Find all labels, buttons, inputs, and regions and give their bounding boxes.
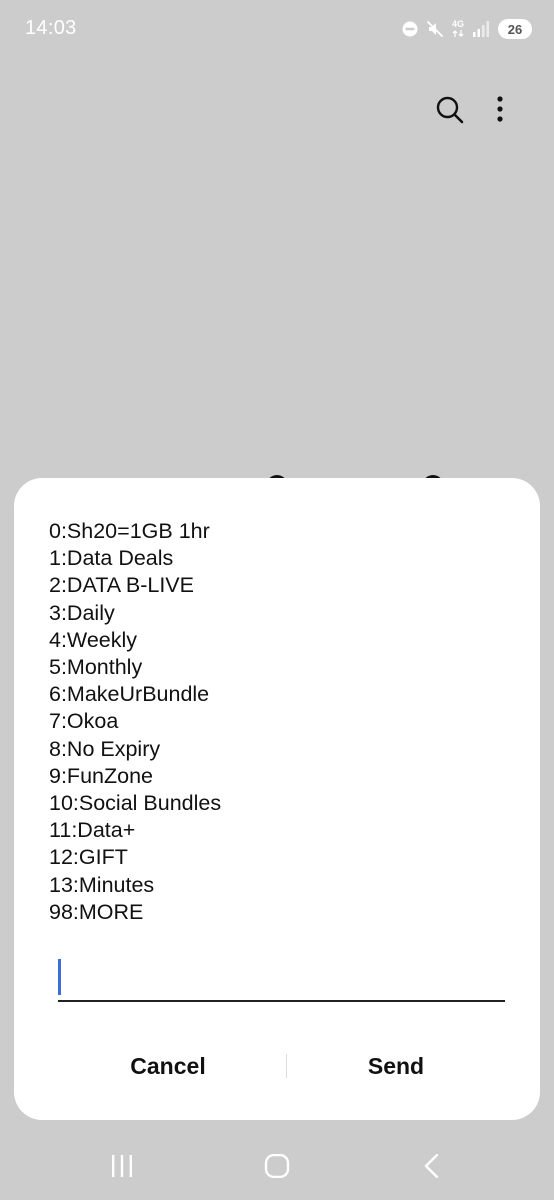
menu-item: 1:Data Deals [49, 546, 174, 571]
data-arrows-icon [452, 30, 464, 37]
menu-item: 11:Data+ [49, 818, 136, 843]
more-options-icon[interactable] [492, 94, 508, 126]
menu-item: 8:No Expiry [49, 736, 161, 761]
menu-item: 4:Weekly [49, 627, 138, 652]
menu-item: 5:Monthly [49, 655, 143, 680]
menu-item: 9:FunZone [49, 763, 153, 788]
menu-item: 13:Minutes [49, 872, 155, 897]
menu-item: 10:Social Bundles [49, 791, 222, 816]
button-divider [286, 1054, 287, 1078]
status-bar: 14:03 4G 26 [0, 0, 554, 58]
menu-item: 3:Daily [49, 600, 115, 625]
battery-icon: 26 [498, 19, 532, 39]
ussd-menu-list: 0:Sh20=1GB 1hr 1:Data Deals 2:DATA B-LIV… [49, 518, 221, 926]
search-icon[interactable] [434, 94, 466, 126]
text-caret [58, 959, 61, 995]
network-type-label: 4G [451, 19, 464, 29]
menu-item: 98:MORE [49, 899, 144, 924]
home-icon[interactable] [264, 1154, 290, 1178]
mute-icon [427, 21, 443, 37]
dialog-actions: Cancel Send [14, 1036, 540, 1096]
status-time: 14:03 [25, 17, 77, 39]
menu-item: 0:Sh20=1GB 1hr [49, 519, 210, 543]
battery-level: 26 [507, 21, 523, 37]
signal-icon [473, 21, 489, 37]
menu-item: 2:DATA B-LIVE [49, 573, 194, 598]
reply-input[interactable] [58, 956, 505, 1002]
status-icons: 4G 26 [402, 16, 532, 42]
network-4g-icon: 4G [452, 20, 464, 38]
send-button[interactable]: Send [296, 1036, 496, 1096]
menu-item: 6:MakeUrBundle [49, 682, 210, 707]
ussd-dialog: 0:Sh20=1GB 1hr 1:Data Deals 2:DATA B-LIV… [14, 478, 540, 1120]
menu-item: 12:GIFT [49, 845, 128, 870]
recents-icon[interactable] [109, 1154, 135, 1178]
cancel-button[interactable]: Cancel [68, 1036, 268, 1096]
do-not-disturb-icon [402, 21, 418, 37]
navigation-bar [0, 1130, 554, 1200]
menu-item: 7:Okoa [49, 709, 119, 734]
back-icon[interactable] [422, 1154, 442, 1178]
